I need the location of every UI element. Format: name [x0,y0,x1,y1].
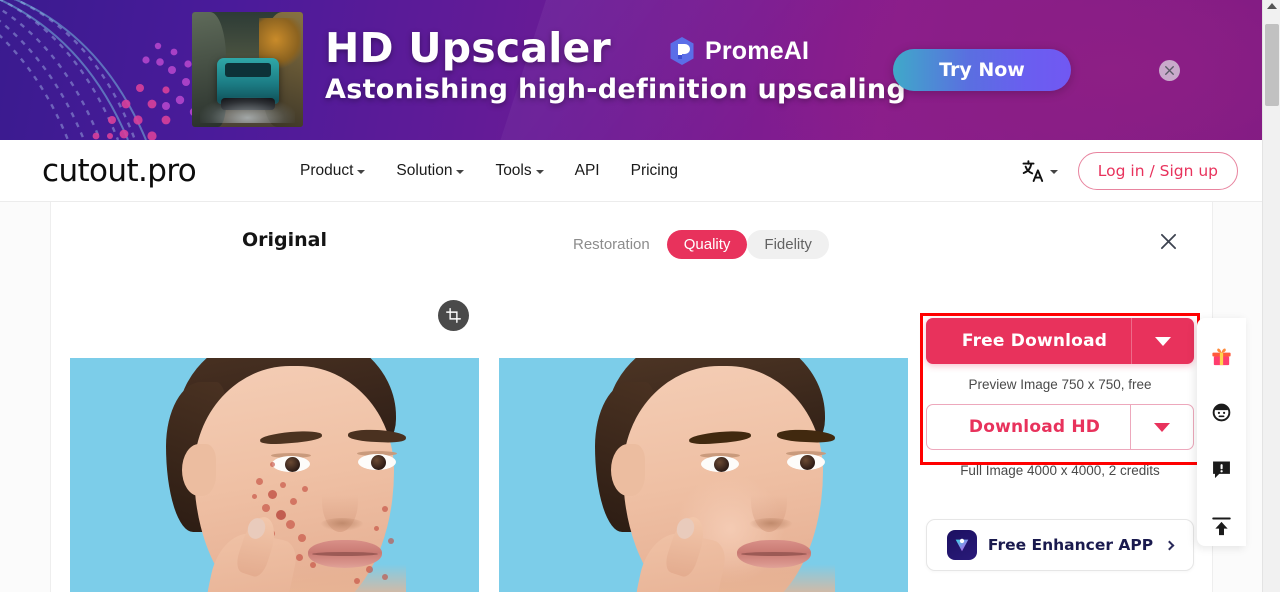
customer-service-button[interactable] [1209,399,1235,425]
free-download-note: Preview Image 750 x 750, free [968,377,1152,392]
page-root: HD Upscaler Astonishing high-definition … [0,0,1280,592]
close-icon [1165,66,1174,75]
nav-item-solution[interactable]: Solution [396,161,465,180]
tab-restoration[interactable]: Restoration [556,230,667,259]
original-image[interactable] [70,358,479,592]
feedback-icon [1213,460,1230,478]
enhancer-app-icon [946,530,977,560]
chevron-down-icon [535,169,544,174]
try-now-button[interactable]: Try Now [893,49,1071,91]
download-hd-button[interactable]: Download HD [926,404,1194,450]
nav-item-tools[interactable]: Tools [495,161,544,180]
promeai-brand: PromeAI [668,36,809,66]
site-header: cutout.pro Product Solution Tools API Pr… [0,140,1262,202]
close-icon [1160,233,1176,249]
ad-close-button[interactable] [1159,60,1180,81]
enhanced-image[interactable] [499,358,908,592]
nav-label: Pricing [630,161,678,179]
tab-quality[interactable]: Quality [666,230,748,259]
nav-item-pricing[interactable]: Pricing [631,162,678,180]
free-download-label: Free Download [961,331,1108,351]
customer-service-icon [1212,403,1231,421]
ad-title: HD Upscaler [325,24,611,72]
site-logo[interactable]: cutout.pro [42,153,197,189]
scrollbar-thumb[interactable] [1265,24,1279,106]
nav-label: Tools [495,161,532,179]
chevron-down-icon [357,169,366,174]
chevron-right-icon [1164,540,1175,550]
main-nav: Product Solution Tools API Pricing [300,162,678,180]
app-logo-icon [955,538,969,552]
scroll-to-top-icon [1212,516,1231,535]
gift-icon [1212,347,1231,365]
free-enhancer-app-button[interactable]: Free Enhancer APP [926,519,1194,571]
chevron-down-icon [456,169,465,174]
translate-icon [1022,159,1043,182]
chevron-down-icon [1154,422,1170,432]
language-switcher[interactable] [1021,159,1058,183]
download-panel: Free Download Preview Image 750 x 750, f… [926,318,1194,478]
mode-tabs: Restoration Quality Fidelity [556,230,829,259]
free-download-button[interactable]: Free Download [926,318,1194,364]
hd-download-note: Full Image 4000 x 4000, 2 credits [960,463,1160,478]
scroll-up-arrow-icon[interactable] [1266,3,1277,9]
free-enhancer-app-label: Free Enhancer APP [987,536,1154,554]
ad-banner: HD Upscaler Astonishing high-definition … [0,0,1262,140]
nav-label: Solution [396,161,453,179]
tab-fidelity[interactable]: Fidelity [747,230,829,259]
original-label: Original [242,229,328,251]
scroll-to-top-button[interactable] [1209,513,1235,539]
banner-thumbnail-image [192,12,303,127]
header-actions: Log in / Sign up [1021,151,1238,190]
nav-item-product[interactable]: Product [300,161,366,180]
crop-icon [446,308,461,323]
promeai-logo-icon [670,37,694,65]
feedback-button[interactable] [1209,456,1235,482]
login-signup-button[interactable]: Log in / Sign up [1077,151,1238,190]
chevron-down-icon [1049,169,1058,174]
gift-button[interactable] [1209,342,1235,368]
crop-button[interactable] [438,300,469,331]
nav-label: API [574,161,600,179]
free-download-dropdown[interactable] [1132,336,1194,346]
nav-label: Product [300,161,354,179]
nav-item-api[interactable]: API [575,162,600,180]
editor-close-button[interactable] [1155,228,1181,254]
side-action-rail [1197,318,1246,546]
page-scrollbar[interactable] [1262,0,1280,592]
download-hd-label: Download HD [968,417,1101,437]
promeai-brand-label: PromeAI [705,36,810,65]
ad-subtitle: Astonishing high-definition upscaling [325,74,907,105]
chevron-down-icon [1155,336,1171,346]
download-hd-dropdown[interactable] [1131,422,1193,432]
